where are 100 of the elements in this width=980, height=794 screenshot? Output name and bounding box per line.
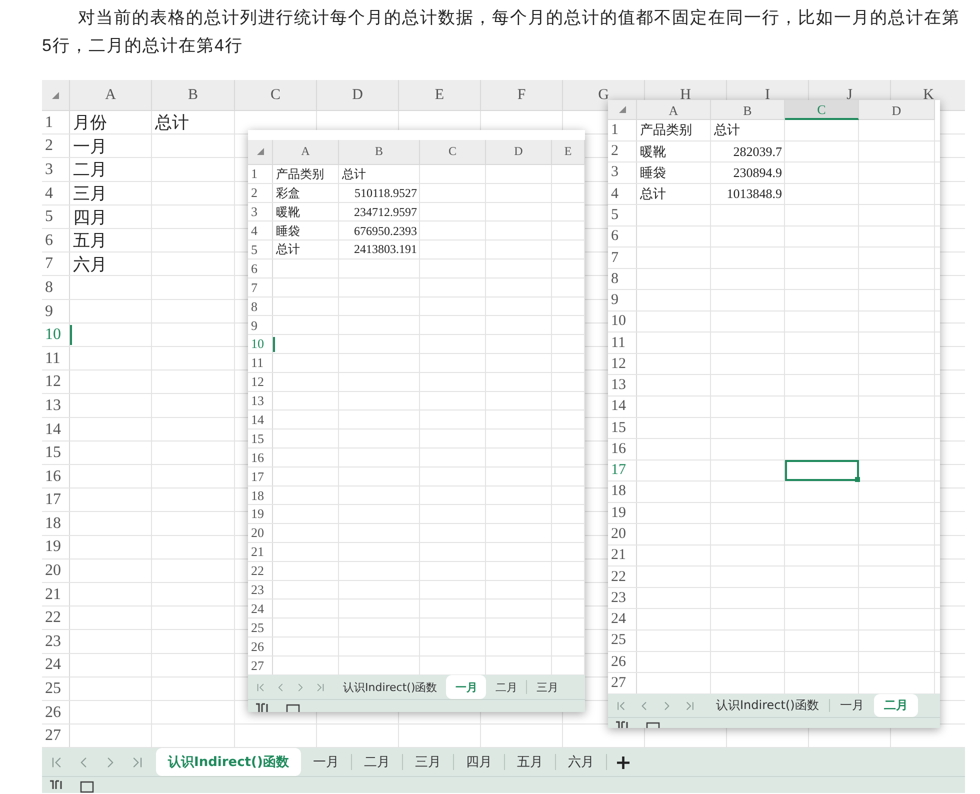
row-header[interactable]: 25 [42,677,70,701]
column-header[interactable]: D [317,80,399,111]
row-header[interactable]: 5 [42,205,70,229]
sheet-tab[interactable]: 四月 [454,748,504,776]
row-header[interactable]: 2 [42,134,70,158]
corner-triangle-icon[interactable] [256,148,264,156]
row-header[interactable]: 5 [608,204,637,226]
row-header[interactable]: 1 [608,120,637,142]
row-header[interactable]: 26 [42,700,70,724]
row-header[interactable]: 7 [42,252,70,276]
row-header[interactable]: 14 [42,418,70,442]
column-header[interactable]: A [273,140,339,165]
row-header[interactable]: 26 [608,651,637,673]
row-header[interactable]: 21 [42,582,70,606]
row-header[interactable]: 19 [608,502,637,524]
row-header[interactable]: 11 [42,346,70,371]
row-header[interactable]: 20 [42,559,70,583]
sheet-tab[interactable]: 二月 [352,748,402,776]
row-header[interactable]: 8 [42,276,70,300]
row-header[interactable]: 10 [608,311,637,332]
row-header[interactable]: 6 [608,226,637,248]
row-header[interactable]: 16 [608,438,637,460]
row-header[interactable]: 11 [248,354,273,373]
column-header[interactable]: B [711,100,785,120]
sheet-tab[interactable]: 认识Indirect()函数 [706,694,829,717]
row-header[interactable]: 3 [42,158,70,182]
add-sheet-button[interactable]: + [606,750,640,774]
row-header[interactable]: 24 [42,654,70,678]
column-header[interactable]: A [70,80,152,111]
sheet-tab[interactable]: 五月 [504,748,555,776]
row-header[interactable]: 22 [608,566,637,588]
sheet-tab[interactable]: 一月 [830,694,874,717]
column-header[interactable]: E [399,80,481,111]
row-header[interactable]: 9 [248,316,273,335]
row-header[interactable]: 17 [608,460,637,482]
row-header[interactable]: 23 [608,588,637,609]
row-header[interactable]: 12 [608,354,637,376]
row-header[interactable]: 5 [248,240,273,260]
row-header[interactable]: 20 [248,524,273,543]
row-header[interactable]: 8 [248,297,273,316]
row-header[interactable]: 3 [608,162,637,184]
row-header[interactable]: 27 [608,672,637,694]
column-header[interactable]: E [552,140,585,165]
row-header[interactable]: 23 [248,580,273,600]
sheet-tab[interactable]: 一月 [446,675,486,699]
row-header[interactable]: 6 [248,259,273,278]
row-header[interactable]: 13 [248,392,273,411]
row-header[interactable]: 2 [248,184,273,203]
row-header[interactable]: 10 [248,334,273,354]
row-header[interactable]: 22 [42,606,70,630]
sheet-tab[interactable]: 认识Indirect()函数 [156,748,301,776]
row-header[interactable]: 16 [42,464,70,488]
row-header[interactable]: 7 [608,247,637,269]
sheet-tab[interactable]: 二月 [874,694,918,717]
row-header[interactable]: 17 [42,488,70,512]
row-header[interactable]: 13 [608,375,637,396]
row-header[interactable]: 18 [42,512,70,536]
sheet-tab[interactable]: 二月 [486,675,526,699]
row-header[interactable]: 15 [608,418,637,439]
row-header[interactable]: 12 [42,370,70,394]
row-header[interactable]: 10 [42,323,70,347]
row-header[interactable]: 14 [608,396,637,418]
row-header[interactable]: 25 [608,630,637,652]
row-header[interactable]: 27 [248,656,273,675]
row-header[interactable]: 18 [608,481,637,503]
row-header[interactable]: 8 [608,268,637,290]
row-header[interactable]: 24 [248,599,273,618]
row-header[interactable]: 25 [248,618,273,638]
row-header[interactable]: 21 [248,542,273,562]
sheet-tab[interactable]: 一月 [300,748,351,776]
column-header[interactable]: D [486,140,552,165]
column-header[interactable]: F [481,80,563,111]
column-header[interactable]: A [637,100,711,120]
row-header[interactable]: 15 [248,429,273,448]
row-header[interactable]: 15 [42,441,70,465]
column-header[interactable]: C [235,80,317,111]
row-header[interactable]: 1 [248,164,273,184]
sheet-tab[interactable]: 认识Indirect()函数 [334,675,446,699]
row-header[interactable]: 27 [42,724,70,748]
row-header[interactable]: 4 [248,222,273,241]
row-header[interactable]: 9 [42,300,70,324]
sheet-tab[interactable]: 三月 [527,675,568,699]
row-header[interactable]: 14 [248,410,273,430]
row-header[interactable]: 11 [608,332,637,354]
selected-cell[interactable] [785,460,859,482]
row-header[interactable]: 13 [42,394,70,418]
row-header[interactable]: 17 [248,467,273,486]
column-header[interactable]: D [859,100,935,120]
row-header[interactable]: 6 [42,228,70,253]
row-header[interactable]: 4 [608,184,637,205]
sheet-tab[interactable]: 三月 [402,748,453,776]
row-header[interactable]: 21 [608,545,637,566]
row-header[interactable]: 24 [608,608,637,630]
row-header[interactable]: 22 [248,562,273,581]
row-header[interactable]: 9 [608,290,637,312]
column-header[interactable]: B [152,80,235,111]
row-header[interactable]: 4 [42,182,70,206]
corner-triangle-icon[interactable] [618,106,626,113]
row-header[interactable]: 2 [608,141,637,162]
corner-triangle-icon[interactable] [52,92,59,98]
